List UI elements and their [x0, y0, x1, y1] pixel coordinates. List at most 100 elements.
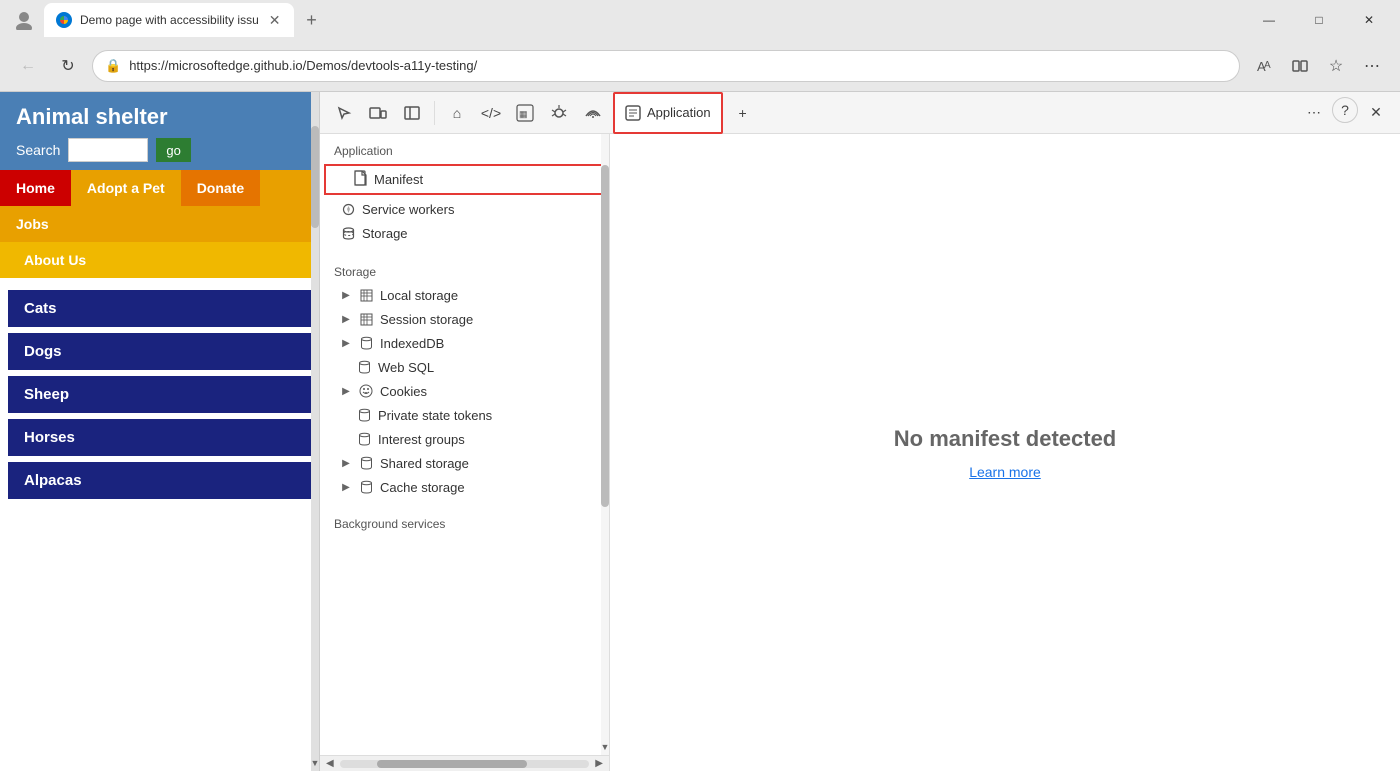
indexeddb-expand[interactable]: ▶ [340, 337, 352, 349]
webpage-scroll-down[interactable]: ▼ [311, 755, 319, 771]
sidebar-item-storage[interactable]: Storage [320, 221, 609, 245]
search-go-button[interactable]: go [156, 138, 190, 162]
session-storage-expand[interactable]: ▶ [340, 313, 352, 325]
manifest-icon [354, 170, 368, 189]
device-toggle-btn[interactable] [362, 97, 394, 129]
sidebar-item-service-workers[interactable]: Service workers [320, 197, 609, 221]
more-options-btn[interactable]: ⋯ [1298, 97, 1330, 129]
devtools-main-panel: No manifest detected Learn more [610, 134, 1400, 771]
sidebar-scroll-area[interactable]: Application Manifest [320, 134, 609, 755]
background-services-title: Background services [320, 507, 609, 535]
profile-icon[interactable] [8, 4, 40, 36]
svg-text:▦: ▦ [519, 109, 528, 119]
nav-about[interactable]: About Us [0, 242, 319, 278]
sidebar-vscrollbar[interactable]: ▼ [601, 134, 609, 755]
cache-storage-label: Cache storage [380, 480, 465, 495]
nav-adopt[interactable]: Adopt a Pet [71, 170, 181, 206]
search-input[interactable] [68, 138, 148, 162]
webpage-panel: ▼ Animal shelter Search go Home Adopt a … [0, 92, 320, 771]
devtools-close-btn[interactable]: ✕ [1360, 97, 1392, 129]
learn-more-link[interactable]: Learn more [969, 464, 1041, 480]
sidebar-bottom-scrollbar[interactable]: ◀ ▶ [320, 755, 609, 771]
elements-btn[interactable]: </> [475, 97, 507, 129]
cookies-label: Cookies [380, 384, 427, 399]
debug-btn[interactable] [543, 97, 575, 129]
sidebar-item-session-storage[interactable]: ▶ Session storage [320, 307, 609, 331]
minimize-button[interactable]: — [1246, 4, 1292, 36]
webpage-scrollbar[interactable]: ▼ [311, 92, 319, 771]
scroll-left-btn[interactable]: ◀ [322, 758, 338, 769]
sidebar-item-interest-groups[interactable]: Interest groups [320, 427, 609, 451]
cookies-expand[interactable]: ▶ [340, 385, 352, 397]
hscroll-track[interactable] [340, 760, 590, 768]
sidebar-toggle-btn[interactable] [396, 97, 428, 129]
sidebar-item-cache-storage[interactable]: ▶ Cache storage [320, 475, 609, 499]
maximize-button[interactable]: □ [1296, 4, 1342, 36]
session-storage-label: Session storage [380, 312, 473, 327]
sidebar-item-websql[interactable]: Web SQL [320, 355, 609, 379]
add-tab-btn[interactable]: + [727, 97, 759, 129]
private-state-tokens-icon [356, 407, 372, 423]
devtools-panel: ⌂ </> ▦ Application + [320, 92, 1400, 771]
animal-cats[interactable]: Cats [8, 290, 311, 327]
devtools-end-buttons: ⋯ ? ✕ [1298, 97, 1392, 129]
sidebar-item-manifest[interactable]: Manifest [324, 164, 605, 195]
help-btn[interactable]: ? [1332, 97, 1358, 123]
animal-alpacas[interactable]: Alpacas [8, 462, 311, 499]
local-storage-icon [358, 287, 374, 303]
storage-icon [340, 225, 356, 241]
sidebar-item-private-state-tokens[interactable]: Private state tokens [320, 403, 609, 427]
cache-storage-expand[interactable]: ▶ [340, 481, 352, 493]
nav-menu: Home Adopt a Pet Donate Jobs About Us [0, 170, 319, 278]
local-storage-label: Local storage [380, 288, 458, 303]
sidebar-scroll-down-indicator[interactable]: ▼ [601, 739, 609, 755]
manifest-label: Manifest [374, 172, 423, 187]
sidebar-item-local-storage[interactable]: ▶ Local storage [320, 283, 609, 307]
session-storage-icon [358, 311, 374, 327]
cache-storage-icon [358, 479, 374, 495]
window-controls: — □ ✕ [1246, 4, 1392, 36]
storage-label: Storage [362, 226, 408, 241]
animal-horses[interactable]: Horses [8, 419, 311, 456]
title-bar: Demo page with accessibility issu ✕ + — … [0, 0, 1400, 40]
active-tab[interactable]: Demo page with accessibility issu ✕ [44, 3, 294, 37]
sidebar-item-cookies[interactable]: ▶ Cookies [320, 379, 609, 403]
close-button[interactable]: ✕ [1346, 4, 1392, 36]
storage-section-title: Storage [320, 255, 609, 283]
favorites-btn[interactable]: ☆ [1320, 50, 1352, 82]
sidebar-item-indexeddb[interactable]: ▶ IndexedDB [320, 331, 609, 355]
console-btn[interactable]: ▦ [509, 97, 541, 129]
nav-home[interactable]: Home [0, 170, 71, 206]
nav-donate[interactable]: Donate [181, 170, 260, 206]
sidebar-vscroll-thumb[interactable] [601, 165, 609, 507]
shared-storage-expand[interactable]: ▶ [340, 457, 352, 469]
network-btn[interactable] [577, 97, 609, 129]
sidebar-item-shared-storage[interactable]: ▶ Shared storage [320, 451, 609, 475]
application-tab-label: Application [647, 105, 711, 120]
service-workers-label: Service workers [362, 202, 454, 217]
refresh-button[interactable]: ↻ [52, 50, 84, 82]
toolbar-divider [434, 101, 435, 125]
url-bar[interactable]: 🔒 https://microsoftedge.github.io/Demos/… [92, 50, 1240, 82]
application-tab[interactable]: Application [613, 92, 723, 134]
search-bar: Search go [16, 138, 303, 162]
hscroll-thumb[interactable] [377, 760, 527, 768]
local-storage-expand[interactable]: ▶ [340, 289, 352, 301]
animal-sheep[interactable]: Sheep [8, 376, 311, 413]
tab-close-btn[interactable]: ✕ [267, 10, 283, 31]
immersive-reader-btn[interactable] [1284, 50, 1316, 82]
new-tab-button[interactable]: + [294, 3, 328, 37]
svg-text:A: A [1264, 60, 1271, 71]
main-area: ▼ Animal shelter Search go Home Adopt a … [0, 92, 1400, 771]
read-aloud-btn[interactable]: AA [1248, 50, 1280, 82]
more-btn[interactable]: ⋯ [1356, 50, 1388, 82]
scroll-right-btn[interactable]: ▶ [591, 758, 607, 769]
animal-dogs[interactable]: Dogs [8, 333, 311, 370]
private-state-tokens-label: Private state tokens [378, 408, 492, 423]
home-btn[interactable]: ⌂ [441, 97, 473, 129]
shared-storage-icon [358, 455, 374, 471]
back-button[interactable]: ← [12, 50, 44, 82]
webpage-scroll-thumb[interactable] [311, 126, 319, 228]
address-actions: AA ☆ ⋯ [1248, 50, 1388, 82]
inspect-element-btn[interactable] [328, 97, 360, 129]
